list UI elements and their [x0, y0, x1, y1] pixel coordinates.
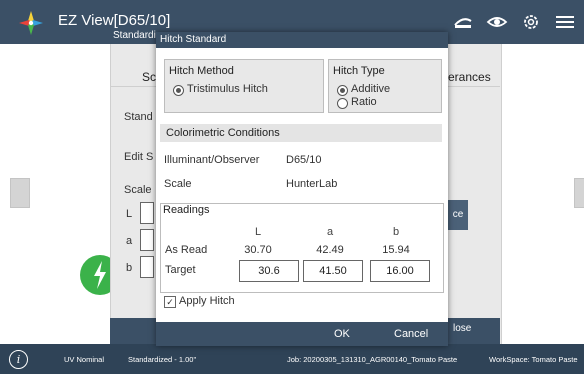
uv-status: UV Nominal	[64, 355, 105, 364]
as-read-a: 42.49	[316, 244, 344, 256]
additive-radio[interactable]	[337, 85, 348, 96]
target-label: Target	[165, 264, 196, 276]
tristimulus-radio[interactable]	[173, 85, 184, 96]
scale-label: Scale	[124, 184, 152, 196]
illuminant-value: D65/10	[286, 154, 322, 166]
job-status: Job: 20200305_131310_AGR00140_Tomato Pas…	[287, 355, 458, 364]
info-icon[interactable]: i	[9, 350, 28, 369]
target-b-field[interactable]: 16.00	[370, 260, 430, 282]
hitch-standard-dialog: Hitch Standard Hitch Method Tristimulus …	[156, 32, 448, 346]
header-l: L	[254, 226, 262, 238]
status-bar: i UV Nominal Standardized - 1.00" Job: 2…	[0, 344, 584, 374]
illuminant-label: Illuminant/Observer	[164, 154, 260, 166]
readings-title: Readings	[163, 204, 210, 216]
left-nav-arrow[interactable]	[10, 178, 30, 208]
scale-label: Scale	[164, 178, 192, 190]
scale-value: HunterLab	[286, 178, 338, 190]
row-b-field[interactable]	[140, 256, 154, 278]
hitch-type-title: Hitch Type	[333, 65, 385, 77]
menu-icon[interactable]	[554, 12, 576, 32]
workspace-status: WorkSpace: Tomato Paste	[489, 355, 578, 364]
as-read-l: 30.70	[244, 244, 272, 256]
wifi-sensor-icon[interactable]	[452, 12, 474, 32]
ok-button[interactable]: OK	[334, 328, 350, 340]
tab-standard[interactable]: Sc	[142, 70, 156, 84]
standardized-status: Standardized - 1.00"	[128, 355, 197, 364]
ratio-label[interactable]: Ratio	[351, 96, 377, 108]
hitch-method-title: Hitch Method	[169, 65, 234, 77]
header-b: b	[392, 226, 400, 238]
tab-tolerances[interactable]: erances	[448, 70, 491, 84]
ratio-radio[interactable]	[337, 98, 348, 109]
apply-hitch-label[interactable]: Apply Hitch	[179, 295, 235, 307]
as-read-b: 15.94	[382, 244, 410, 256]
hitch-type-panel: Hitch Type Additive Ratio	[328, 59, 442, 113]
app-logo-icon	[19, 11, 43, 35]
dialog-title: Hitch Standard	[160, 34, 227, 45]
side-button[interactable]: ce	[448, 200, 468, 230]
app-title: EZ View[D65/10]	[58, 12, 171, 29]
as-read-label: As Read	[165, 244, 208, 256]
dialog-footer: OK Cancel	[156, 322, 448, 346]
target-l-field[interactable]: 30.6	[239, 260, 299, 282]
colorimetric-title: Colorimetric Conditions	[166, 127, 280, 139]
close-button[interactable]: lose	[453, 323, 471, 334]
additive-label[interactable]: Additive	[351, 83, 390, 95]
row-a-field[interactable]	[140, 229, 154, 251]
colorimetric-header: Colorimetric Conditions	[160, 124, 442, 142]
row-l-label: L	[126, 208, 133, 220]
row-b-label: b	[126, 262, 133, 274]
header-a: a	[326, 226, 334, 238]
standard-label: Stand	[124, 111, 153, 123]
row-l-field[interactable]	[140, 202, 154, 224]
cancel-button[interactable]: Cancel	[394, 328, 428, 340]
target-a-field[interactable]: 41.50	[303, 260, 363, 282]
edit-label: Edit S	[124, 151, 154, 163]
dialog-header: Hitch Standard	[156, 32, 448, 48]
right-nav-arrow[interactable]	[574, 178, 584, 208]
hitch-method-panel: Hitch Method Tristimulus Hitch	[164, 59, 324, 113]
readings-panel: Readings L a b As Read 30.70 42.49 15.94…	[160, 203, 444, 293]
tristimulus-label[interactable]: Tristimulus Hitch	[187, 83, 268, 95]
row-a-label: a	[126, 235, 133, 247]
gear-icon[interactable]	[520, 12, 542, 32]
apply-hitch-checkbox[interactable]: ✓	[164, 296, 176, 308]
eye-icon[interactable]	[486, 12, 508, 32]
